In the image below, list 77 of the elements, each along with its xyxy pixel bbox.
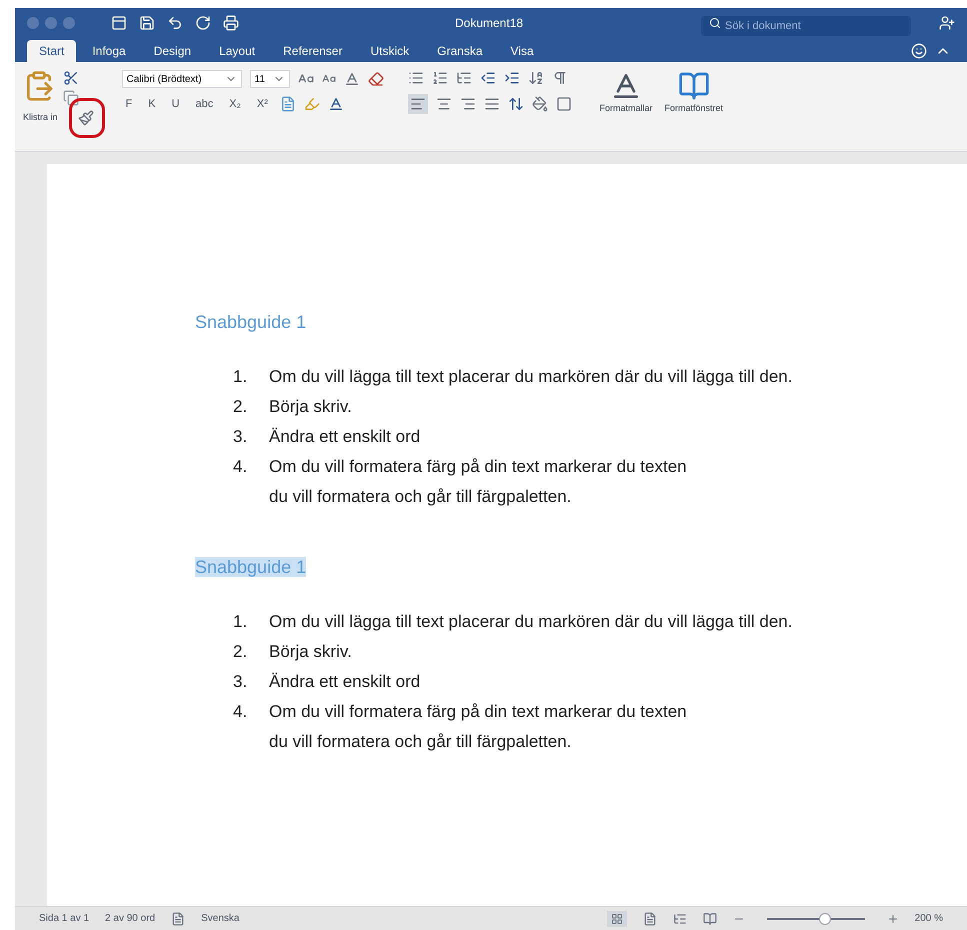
save-icon[interactable] bbox=[139, 15, 155, 31]
copy-icon[interactable] bbox=[63, 90, 79, 106]
line-spacing-icon[interactable] bbox=[508, 96, 524, 112]
format-button[interactable]: abc bbox=[192, 96, 218, 112]
list-number: 3. bbox=[233, 671, 248, 693]
ribbon-tab[interactable]: Granska bbox=[425, 40, 495, 62]
list-number: 2. bbox=[233, 641, 248, 663]
numbering-icon[interactable] bbox=[432, 70, 448, 86]
format-button[interactable]: K bbox=[144, 96, 160, 112]
increase-indent-icon[interactable] bbox=[504, 70, 520, 86]
list-number: 1. bbox=[233, 611, 248, 633]
print-icon[interactable] bbox=[223, 15, 239, 31]
redo-icon[interactable] bbox=[195, 15, 211, 31]
list-item-text: Börja skriv. bbox=[269, 396, 352, 418]
decrease-indent-icon[interactable] bbox=[480, 70, 496, 86]
styles-pane-label[interactable]: Formatfönstret bbox=[664, 102, 724, 116]
list-item-text: du vill formatera och går till färgpaletten. bbox=[269, 486, 572, 508]
list-number: 4. bbox=[233, 701, 248, 723]
ribbon-tab[interactable]: Referenser bbox=[271, 40, 354, 62]
ribbon-tab[interactable]: Layout bbox=[207, 40, 268, 62]
list-item-text: Ändra ett enskilt ord bbox=[269, 671, 420, 693]
outline-icon[interactable] bbox=[672, 912, 687, 926]
align-left-icon[interactable] bbox=[408, 94, 428, 114]
shading-icon[interactable] bbox=[532, 96, 548, 112]
list-item-text: Börja skriv. bbox=[269, 641, 352, 663]
font-color-icon[interactable] bbox=[328, 96, 344, 112]
align-right-icon[interactable] bbox=[460, 96, 476, 112]
borders-icon[interactable] bbox=[556, 96, 572, 112]
align-center-icon[interactable] bbox=[436, 96, 452, 112]
list-item-text: Om du vill lägga till text placerar du markören där du vill lägga till den. bbox=[269, 366, 792, 388]
justify-icon[interactable] bbox=[484, 96, 500, 112]
smiley-icon[interactable] bbox=[911, 43, 927, 59]
highlight-ring bbox=[68, 98, 105, 138]
list-item-text: Om du vill lägga till text placerar du markören där du vill lägga till den. bbox=[269, 611, 792, 633]
list-number: 3. bbox=[233, 426, 248, 448]
format-button[interactable]: X₂ bbox=[225, 96, 245, 112]
share-icon[interactable] bbox=[939, 15, 955, 31]
window-title: Dokument18 bbox=[455, 15, 524, 31]
format-painter-icon[interactable] bbox=[78, 110, 94, 126]
list-item-text: Ändra ett enskilt ord bbox=[269, 426, 420, 448]
clear-formatting-icon[interactable] bbox=[368, 71, 384, 87]
zoom-thumb[interactable] bbox=[819, 912, 832, 924]
list-item-text: Om du vill formatera färg på din text markerar du texten bbox=[269, 701, 687, 723]
zoom-in-icon[interactable] bbox=[886, 912, 899, 924]
language-label[interactable]: Svenska bbox=[201, 911, 240, 926]
undo-icon[interactable] bbox=[167, 15, 183, 31]
search-icon bbox=[709, 17, 721, 29]
word-count[interactable]: 2 av 90 ord bbox=[105, 911, 156, 926]
list-number: 4. bbox=[233, 456, 248, 478]
heading-text: Snabbguide 1 bbox=[195, 312, 306, 332]
ribbon-tab[interactable]: Start bbox=[27, 40, 76, 62]
ribbon-tab[interactable]: Visa bbox=[498, 40, 546, 62]
ribbon-tab[interactable]: Infoga bbox=[80, 40, 138, 62]
sidebar-icon[interactable] bbox=[111, 15, 127, 31]
styles-label[interactable]: Formatmallar bbox=[600, 102, 653, 116]
search-field[interactable]: Sök i dokument bbox=[701, 16, 911, 36]
sort-icon[interactable] bbox=[528, 70, 544, 86]
scissors-icon[interactable] bbox=[63, 70, 79, 86]
font-size-field[interactable]: 11 bbox=[250, 70, 290, 88]
heading-text: Snabbguide 1 bbox=[195, 557, 306, 577]
ribbon-tab[interactable]: Design bbox=[142, 40, 204, 62]
pilcrow-icon[interactable] bbox=[552, 70, 568, 86]
ribbon-tab[interactable]: Utskick bbox=[358, 40, 422, 62]
list-item-text: Om du vill formatera färg på din text markerar du texten bbox=[269, 456, 687, 478]
list-item-text: du vill formatera och går till färgpaletten. bbox=[269, 731, 572, 753]
bullets-icon[interactable] bbox=[408, 70, 424, 86]
multilevel-list-icon[interactable] bbox=[456, 70, 472, 86]
list-number: 1. bbox=[233, 366, 248, 388]
format-button[interactable]: F bbox=[122, 96, 136, 112]
print-layout-icon[interactable] bbox=[606, 910, 627, 926]
format-button[interactable]: X² bbox=[252, 96, 272, 112]
font-name-field[interactable]: Calibri (Brödtext) bbox=[122, 70, 242, 88]
zoom-percent[interactable]: 200 % bbox=[914, 911, 943, 926]
format-button[interactable]: U bbox=[168, 96, 184, 112]
list-number: 2. bbox=[233, 396, 248, 418]
paste-label[interactable]: Klistra in bbox=[23, 111, 58, 125]
page-count[interactable]: Sida 1 av 1 bbox=[39, 911, 90, 926]
